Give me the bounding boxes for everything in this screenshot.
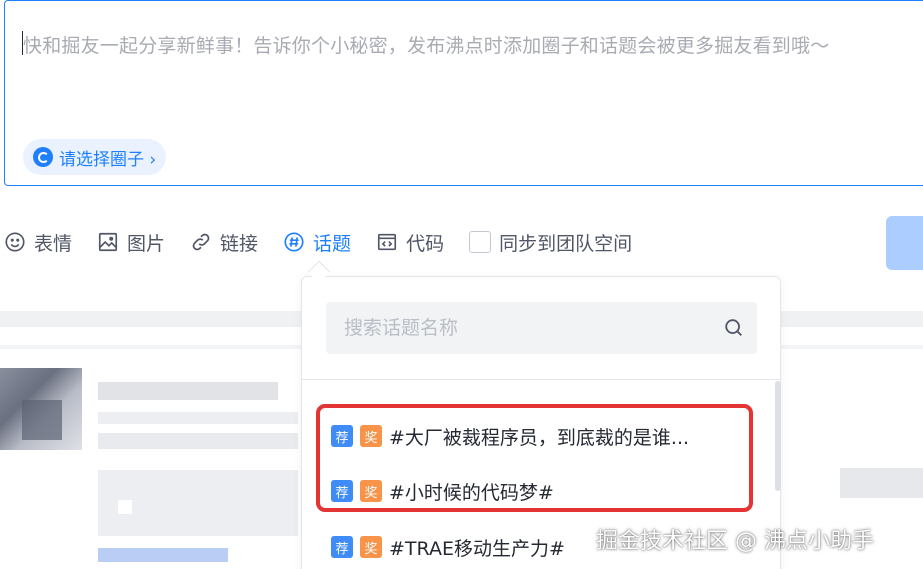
image-button[interactable]: 图片	[97, 229, 165, 256]
topic-search-input[interactable]	[326, 317, 706, 339]
circle-icon	[33, 147, 53, 167]
link-label: 链接	[220, 232, 259, 255]
code-icon	[377, 233, 397, 251]
topic-label: #小时候的代码梦#	[389, 481, 554, 504]
topic-item[interactable]: 荐 奖 #TRAE移动生产力#	[331, 532, 565, 562]
post-composer[interactable]: 快和掘友一起分享新鲜事！告诉你个小秘密，发布沸点时添加圈子和话题会被更多掘友看到…	[4, 0, 923, 186]
topic-label: #TRAE移动生产力#	[389, 537, 565, 560]
sync-checkbox[interactable]	[469, 231, 492, 253]
award-tag: 奖	[360, 425, 382, 447]
emoji-label: 表情	[34, 232, 73, 255]
link-button[interactable]: 链接	[190, 229, 258, 256]
topic-label: #大厂被裁程序员，到底裁的是谁...	[389, 426, 690, 449]
topic-button[interactable]: 话题	[283, 229, 351, 256]
select-circle-button[interactable]: 请选择圈子 ›	[23, 139, 167, 175]
smiley-icon	[5, 232, 25, 252]
publish-button[interactable]	[886, 216, 923, 270]
topic-search-box[interactable]	[326, 302, 757, 354]
code-label: 代码	[406, 232, 445, 255]
code-button[interactable]: 代码	[376, 229, 444, 256]
emoji-button[interactable]: 表情	[4, 229, 72, 256]
recommend-tag: 荐	[331, 536, 353, 558]
sync-team-space-toggle[interactable]: 同步到团队空间	[469, 229, 632, 256]
composer-placeholder: 快和掘友一起分享新鲜事！告诉你个小秘密，发布沸点时添加圈子和话题会被更多掘友看到…	[23, 35, 830, 57]
sync-label: 同步到团队空间	[499, 232, 633, 255]
image-label: 图片	[127, 232, 166, 255]
select-circle-label: 请选择圈子 ›	[59, 149, 157, 170]
topic-label: 话题	[313, 232, 352, 255]
award-tag: 奖	[360, 536, 382, 558]
popover-divider	[302, 379, 780, 380]
image-icon	[98, 232, 118, 252]
topic-list-scrollbar[interactable]	[775, 381, 781, 491]
search-icon[interactable]	[723, 317, 745, 339]
composer-toolbar: 表情 图片 链接 话题 代码 同步到团队空间	[4, 226, 657, 258]
watermark: 掘金技术社区 @ 沸点小助手	[596, 529, 874, 554]
recommend-tag: 荐	[331, 425, 353, 447]
hashtag-icon	[284, 232, 304, 252]
award-tag: 奖	[360, 480, 382, 502]
topic-item[interactable]: 荐 奖 #大厂被裁程序员，到底裁的是谁...	[331, 421, 689, 451]
recommend-tag: 荐	[331, 480, 353, 502]
topic-item[interactable]: 荐 奖 #小时候的代码梦#	[331, 476, 554, 506]
link-icon	[192, 233, 210, 251]
